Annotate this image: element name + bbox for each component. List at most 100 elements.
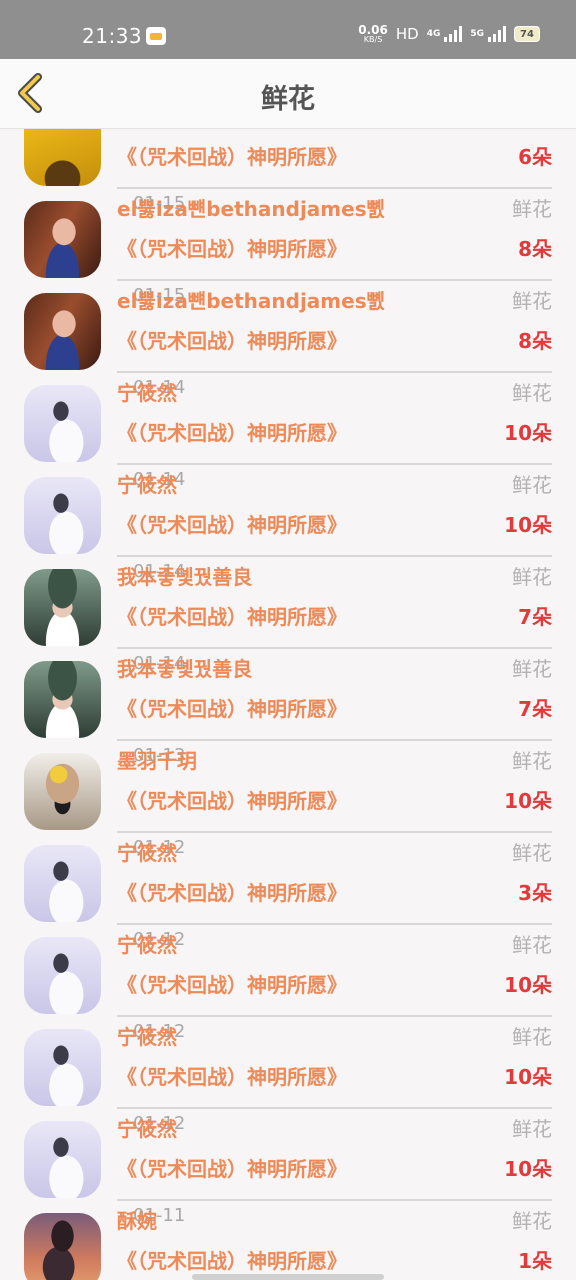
avatar[interactable] bbox=[24, 293, 101, 370]
flower-count: 10朵 bbox=[504, 513, 552, 537]
status-bar: 21:33 0.06 KB/S HD 4G 5G 74 bbox=[0, 0, 576, 59]
avatar[interactable] bbox=[24, 201, 101, 278]
flower-count: 10朵 bbox=[504, 1065, 552, 1089]
battery-icon: 74 bbox=[514, 26, 540, 42]
item-header: 我本좋뎿꿨善良 01-14 鲜花 bbox=[117, 653, 552, 687]
item-header: 宁筱然 01-14 鲜花 bbox=[117, 469, 552, 503]
user-name[interactable]: 宁筱然 bbox=[117, 837, 177, 866]
flower-count: 10朵 bbox=[504, 421, 552, 445]
flower-count: 8朵 bbox=[518, 329, 552, 353]
page-title: 鲜花 bbox=[261, 84, 315, 115]
flower-count: 10朵 bbox=[504, 1157, 552, 1181]
item-detail: 《（咒术回战）神明所愿》 10朵 bbox=[117, 785, 552, 819]
item-detail: 《（咒术回战）神明所愿》 10朵 bbox=[117, 969, 552, 1003]
item-header: 宁筱然 01-12 鲜花 bbox=[117, 929, 552, 963]
work-title[interactable]: 《（咒术回战）神明所愿》 bbox=[117, 693, 347, 722]
list-item[interactable]: 宁筱然 01-12 鲜花《（咒术回战）神明所愿》 10朵 bbox=[0, 1017, 576, 1109]
item-header: 墨羽千玥 01-13 鲜花 bbox=[117, 745, 552, 779]
flower-count: 8朵 bbox=[518, 237, 552, 261]
avatar[interactable] bbox=[24, 569, 101, 646]
work-title[interactable]: 《（咒术回战）神明所愿》 bbox=[117, 509, 347, 538]
user-name[interactable]: 宁筱然 bbox=[117, 929, 177, 958]
gift-type: 鲜花 bbox=[512, 1117, 552, 1141]
item-detail: 《（咒术回战）神明所愿》 7朵 bbox=[117, 601, 552, 635]
work-title[interactable]: 《（咒术回战）神明所愿》 bbox=[117, 325, 347, 354]
item-header: el뿛iza뺸bethandjames뼰 01-15 鲜花 bbox=[117, 193, 552, 227]
app-notification-icon bbox=[146, 27, 166, 45]
work-title[interactable]: 《（咒术回战）神明所愿》 bbox=[117, 233, 347, 262]
flower-count: 7朵 bbox=[518, 605, 552, 629]
work-title[interactable]: 《（咒术回战）神明所愿》 bbox=[117, 1061, 347, 1090]
list-item[interactable]: 宁筱然 01-12 鲜花 《（咒术回战）神明所愿》 10朵 bbox=[0, 1109, 576, 1201]
user-name[interactable]: 宁筱然 bbox=[117, 469, 177, 498]
list-item[interactable]: 宁筱然 01-14 鲜花《（咒术回战）神明所愿》 10朵 bbox=[0, 465, 576, 557]
avatar[interactable] bbox=[24, 845, 101, 922]
user-name[interactable]: 酥婉 bbox=[117, 1205, 157, 1234]
user-name[interactable]: 宁筱然 bbox=[117, 1021, 177, 1050]
flower-count: 3朵 bbox=[518, 881, 552, 905]
network-speed-unit: KB/S bbox=[363, 35, 383, 44]
flower-record-list[interactable]: 《（咒术回战）神明所愿》 6朵 el뿛iza뺸bethandjames뼰 01-15 鲜… bbox=[0, 129, 576, 1280]
avatar[interactable] bbox=[24, 1121, 101, 1198]
item-detail: 《（咒术回战）神明所愿》 8朵 bbox=[117, 325, 552, 359]
list-item[interactable]: 宁筱然 01-12 鲜花《（咒术回战）神明所愿》 3朵 bbox=[0, 833, 576, 925]
item-detail: 《（咒术回战）神明所愿》 8朵 bbox=[117, 233, 552, 267]
user-name[interactable]: 墨羽千玥 bbox=[117, 745, 197, 774]
user-name[interactable]: el뿛iza뺸bethandjames뼰 bbox=[117, 193, 385, 222]
gift-type: 鲜花 bbox=[512, 381, 552, 405]
item-header: 宁筱然 01-14 鲜花 bbox=[117, 377, 552, 411]
work-title[interactable]: 《（咒术回战）神明所愿》 bbox=[117, 969, 347, 998]
gift-type: 鲜花 bbox=[512, 289, 552, 313]
item-header bbox=[117, 129, 552, 135]
network-4g-label: 4G bbox=[426, 29, 441, 39]
list-item[interactable]: el뿛iza뺸bethandjames뼰 01-15 鲜花《（咒术回战）神明所愿》 8… bbox=[0, 189, 576, 281]
avatar[interactable] bbox=[24, 129, 101, 186]
avatar[interactable] bbox=[24, 661, 101, 738]
avatar[interactable] bbox=[24, 1029, 101, 1106]
gift-type: 鲜花 bbox=[512, 749, 552, 773]
gift-type: 鲜花 bbox=[512, 565, 552, 589]
list-item[interactable]: 宁筱然 01-12 鲜花《（咒术回战）神明所愿》 10朵 bbox=[0, 925, 576, 1017]
user-name[interactable]: el뿛iza뺸bethandjames뼰 bbox=[117, 285, 385, 314]
user-name[interactable]: 我本좋뎿꿨善良 bbox=[117, 653, 252, 682]
work-title[interactable]: 《（咒术回战）神明所愿》 bbox=[117, 601, 347, 630]
gift-type: 鲜花 bbox=[512, 1209, 552, 1233]
work-title[interactable]: 《（咒术回战）神明所愿》 bbox=[117, 785, 347, 814]
avatar[interactable] bbox=[24, 753, 101, 830]
work-title[interactable]: 《（咒术回战）神明所愿》 bbox=[117, 1245, 347, 1274]
hd-indicator: HD bbox=[395, 25, 419, 43]
avatar[interactable] bbox=[24, 385, 101, 462]
work-title[interactable]: 《（咒术回战）神明所愿》 bbox=[117, 877, 347, 906]
list-item[interactable]: 《（咒术回战）神明所愿》 6朵 bbox=[0, 129, 576, 189]
work-title[interactable]: 《（咒术回战）神明所愿》 bbox=[117, 1153, 347, 1182]
item-detail: 《（咒术回战）神明所愿》 10朵 bbox=[117, 1153, 552, 1187]
flower-count: 10朵 bbox=[504, 973, 552, 997]
item-header: 我本좋뎿꿨善良 01-14 鲜花 bbox=[117, 561, 552, 595]
work-title[interactable]: 《（咒术回战）神明所愿》 bbox=[117, 417, 347, 446]
list-item[interactable]: 宁筱然 01-14 鲜花《（咒术回战）神明所愿》 10朵 bbox=[0, 373, 576, 465]
navigation-bar: 鲜花 bbox=[0, 59, 576, 129]
home-indicator[interactable] bbox=[192, 1274, 384, 1280]
list-item[interactable]: 我本좋뎿꿨善良 01-14 鲜花《（咒术回战）神明所愿》 7朵 bbox=[0, 557, 576, 649]
flower-count: 6朵 bbox=[518, 145, 552, 169]
work-title[interactable]: 《（咒术回战）神明所愿》 bbox=[117, 141, 347, 170]
user-name[interactable]: 我本좋뎿꿨善良 bbox=[117, 561, 252, 590]
avatar[interactable] bbox=[24, 477, 101, 554]
list-item[interactable]: 墨羽千玥 01-13 鲜花 《（咒术回战）神明所愿》 10朵 bbox=[0, 741, 576, 833]
user-name[interactable]: 宁筱然 bbox=[117, 377, 177, 406]
list-item[interactable]: 我本좋뎿꿨善良 01-14 鲜花《（咒术回战）神明所愿》 7朵 bbox=[0, 649, 576, 741]
avatar[interactable] bbox=[24, 937, 101, 1014]
gift-type: 鲜花 bbox=[512, 841, 552, 865]
status-time: 21:33 bbox=[82, 24, 143, 48]
list-item[interactable]: 酥婉 01-11 鲜花 《（咒术回战）神明所愿》 1朵 bbox=[0, 1201, 576, 1280]
user-name[interactable]: 宁筱然 bbox=[117, 1113, 177, 1142]
flower-count: 7朵 bbox=[518, 697, 552, 721]
item-detail: 《（咒术回战）神明所愿》 10朵 bbox=[117, 1061, 552, 1095]
list-item[interactable]: el뿛iza뺸bethandjames뼰 01-15 鲜花 《（咒术回战）神明所愿》 8… bbox=[0, 281, 576, 373]
item-detail: 《（咒术回战）神明所愿》 3朵 bbox=[117, 877, 552, 911]
avatar[interactable] bbox=[24, 1213, 101, 1280]
item-header: 宁筱然 01-12 鲜花 bbox=[117, 1021, 552, 1055]
item-header: 宁筱然 01-12 鲜花 bbox=[117, 837, 552, 871]
flower-count: 1朵 bbox=[518, 1249, 552, 1273]
item-detail: 《（咒术回战）神明所愿》 10朵 bbox=[117, 417, 552, 451]
